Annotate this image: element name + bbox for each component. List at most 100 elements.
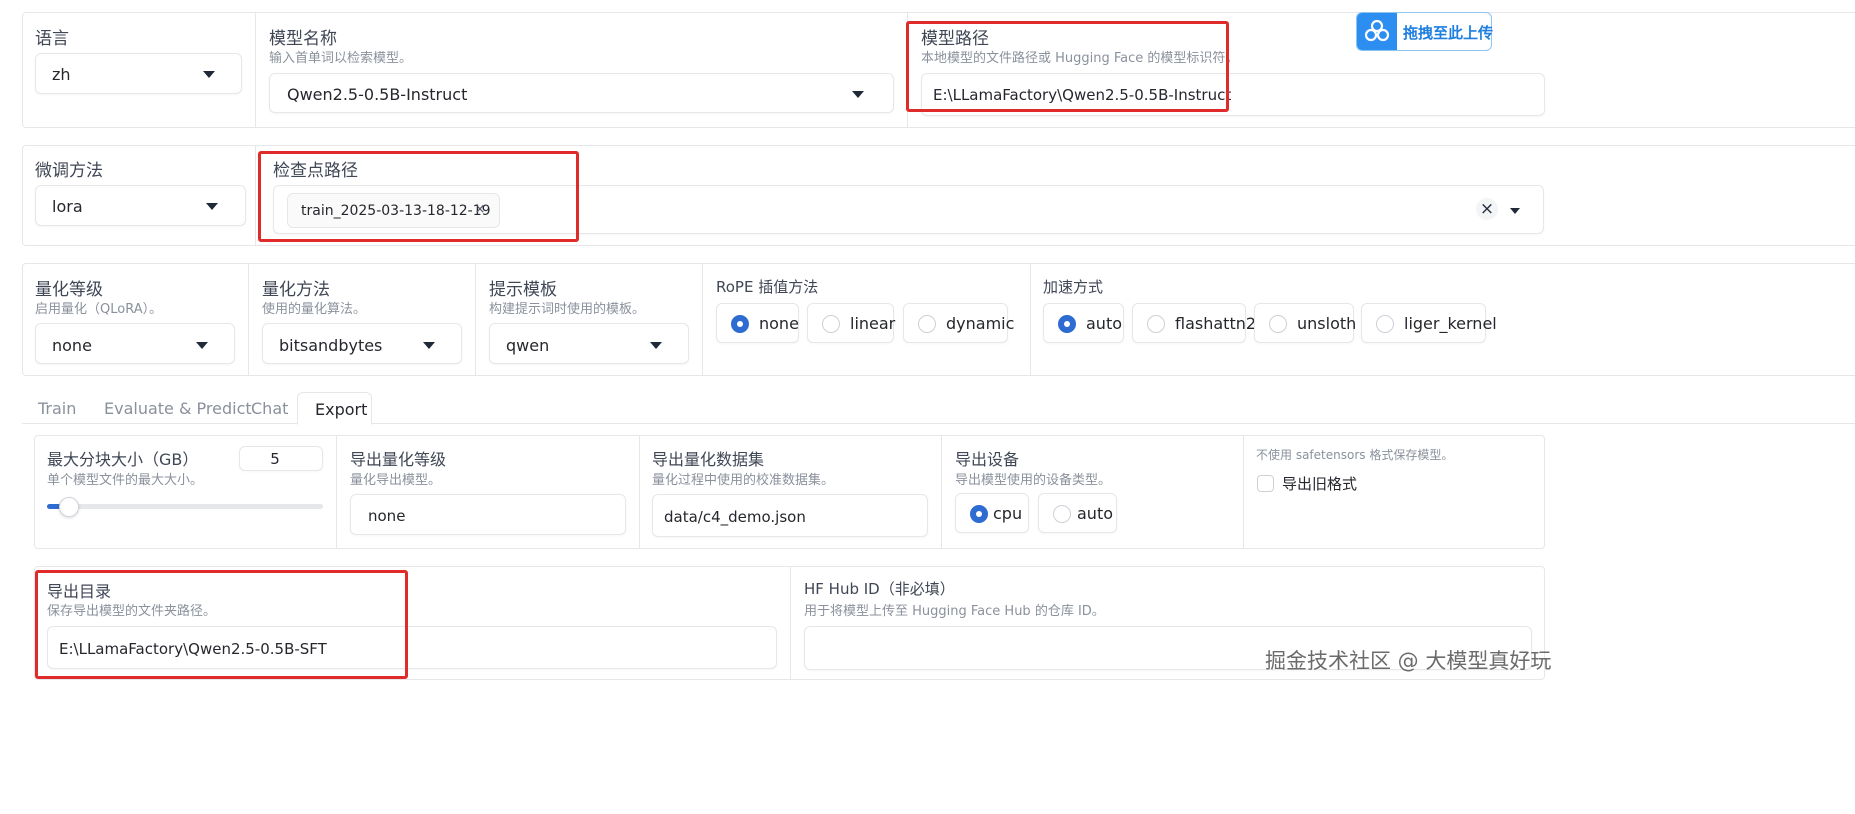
clear-icon[interactable]: × bbox=[1476, 198, 1498, 220]
hub-id-label: HF Hub ID（非必填） bbox=[804, 580, 955, 598]
template-label: 提示模板 bbox=[489, 280, 557, 300]
booster-label: 加速方式 bbox=[1043, 278, 1104, 296]
radio-selected-icon bbox=[970, 505, 988, 523]
finetune-method-label: 微调方法 bbox=[35, 161, 103, 181]
shard-size-info: 单个模型文件的最大大小。 bbox=[47, 473, 204, 488]
template-value: qwen bbox=[506, 336, 550, 355]
highlight-checkpoint bbox=[258, 151, 579, 242]
booster-option-label: auto bbox=[1086, 314, 1123, 333]
finetune-method-dropdown[interactable]: lora bbox=[35, 185, 246, 226]
radio-icon bbox=[1269, 315, 1287, 333]
divider bbox=[702, 264, 703, 375]
model-name-info: 输入首单词以检索模型。 bbox=[269, 51, 413, 66]
rope-option-label: linear bbox=[850, 314, 896, 333]
divider bbox=[336, 436, 337, 548]
upload-badge[interactable]: 拖拽至此上传 bbox=[1356, 12, 1494, 51]
divider bbox=[941, 436, 942, 548]
device-option-label: auto bbox=[1077, 504, 1114, 523]
export-quant-bit-dropdown[interactable]: none bbox=[350, 494, 626, 535]
rope-option-none[interactable]: none bbox=[716, 303, 799, 343]
quant-level-value: none bbox=[52, 336, 92, 355]
shard-size-value: 5 bbox=[270, 450, 280, 468]
export-quant-dataset-input[interactable]: data/c4_demo.json bbox=[652, 494, 928, 537]
rope-option-label: none bbox=[759, 314, 799, 333]
export-legacy-checkbox[interactable] bbox=[1257, 475, 1274, 492]
upload-logo-icon bbox=[1357, 13, 1397, 50]
device-option-auto[interactable]: auto bbox=[1038, 493, 1117, 533]
tab-export-label: Export bbox=[315, 400, 368, 419]
export-device-label: 导出设备 bbox=[955, 450, 1020, 469]
rope-option-label: dynamic bbox=[946, 314, 1015, 333]
booster-option-unsloth[interactable]: unsloth bbox=[1254, 303, 1357, 343]
quant-method-info: 使用的量化算法。 bbox=[262, 302, 367, 317]
export-quant-bit-info: 量化导出模型。 bbox=[350, 473, 442, 488]
export-quant-bit-label: 导出量化等级 bbox=[350, 450, 447, 469]
upload-badge-label: 拖拽至此上传 bbox=[1403, 24, 1494, 42]
chevron-down-icon bbox=[423, 342, 435, 349]
divider bbox=[1243, 436, 1244, 548]
export-quant-dataset-label: 导出量化数据集 bbox=[652, 450, 765, 469]
chevron-down-icon[interactable] bbox=[1510, 208, 1520, 214]
rope-label: RoPE 插值方法 bbox=[716, 278, 819, 296]
chevron-down-icon bbox=[650, 342, 662, 349]
hub-id-info: 用于将模型上传至 Hugging Face Hub 的仓库 ID。 bbox=[804, 604, 1105, 619]
radio-icon bbox=[918, 315, 936, 333]
divider bbox=[790, 567, 791, 679]
radio-selected-icon bbox=[1058, 315, 1076, 333]
tab-chat[interactable]: Chat bbox=[251, 399, 288, 418]
divider bbox=[1030, 264, 1031, 375]
shard-size-slider-track[interactable] bbox=[47, 504, 323, 509]
rope-option-dynamic[interactable]: dynamic bbox=[903, 303, 1014, 343]
quant-level-dropdown[interactable]: none bbox=[35, 323, 235, 364]
watermark: 掘金技术社区 @ 大模型真好玩 bbox=[1265, 649, 1552, 673]
quant-method-label: 量化方法 bbox=[262, 280, 330, 300]
tab-evaluate-predict[interactable]: Evaluate & Predict bbox=[104, 399, 252, 418]
divider bbox=[475, 264, 476, 375]
quant-level-info: 启用量化（QLoRA）。 bbox=[35, 302, 163, 317]
tab-export[interactable]: Export bbox=[297, 392, 372, 425]
radio-icon bbox=[822, 315, 840, 333]
template-info: 构建提示词时使用的模板。 bbox=[489, 302, 646, 317]
rope-option-linear[interactable]: linear bbox=[807, 303, 896, 343]
divider bbox=[255, 13, 256, 127]
language-label: 语言 bbox=[35, 29, 69, 49]
quant-method-dropdown[interactable]: bitsandbytes bbox=[262, 323, 462, 364]
chevron-down-icon bbox=[196, 342, 208, 349]
radio-icon bbox=[1147, 315, 1165, 333]
booster-option-label: liger_kernel bbox=[1404, 314, 1497, 333]
export-legacy-info: 不使用 safetensors 格式保存模型。 bbox=[1256, 448, 1454, 462]
divider bbox=[255, 146, 256, 245]
model-name-dropdown[interactable]: Qwen2.5-0.5B-Instruct bbox=[269, 73, 894, 113]
model-name-value: Qwen2.5-0.5B-Instruct bbox=[287, 85, 468, 104]
shard-size-number-input[interactable]: 5 bbox=[239, 446, 323, 471]
booster-option-label: flashattn2 bbox=[1175, 314, 1257, 333]
template-dropdown[interactable]: qwen bbox=[489, 323, 689, 364]
slider-thumb[interactable] bbox=[59, 497, 79, 517]
chevron-down-icon bbox=[206, 203, 218, 210]
quant-level-label: 量化等级 bbox=[35, 280, 103, 300]
booster-option-auto[interactable]: auto bbox=[1043, 303, 1124, 343]
shard-size-label: 最大分块大小（GB） bbox=[47, 450, 199, 469]
finetune-method-value: lora bbox=[52, 197, 83, 216]
tab-train[interactable]: Train bbox=[38, 399, 76, 418]
chevron-down-icon bbox=[203, 71, 215, 78]
booster-option-label: unsloth bbox=[1297, 314, 1357, 333]
export-legacy-label: 导出旧格式 bbox=[1282, 475, 1358, 493]
chevron-down-icon bbox=[852, 91, 864, 98]
device-option-label: cpu bbox=[993, 504, 1023, 523]
export-quant-dataset-value: data/c4_demo.json bbox=[664, 508, 806, 526]
export-quant-dataset-info: 量化过程中使用的校准数据集。 bbox=[652, 473, 835, 488]
booster-option-liger-kernel[interactable]: liger_kernel bbox=[1361, 303, 1497, 343]
export-quant-bit-value: none bbox=[368, 507, 406, 525]
divider bbox=[639, 436, 640, 548]
radio-icon bbox=[1053, 505, 1071, 523]
quant-method-value: bitsandbytes bbox=[279, 336, 383, 355]
highlight-model-path bbox=[906, 21, 1229, 112]
device-option-cpu[interactable]: cpu bbox=[955, 493, 1029, 533]
model-name-label: 模型名称 bbox=[269, 29, 337, 49]
divider bbox=[248, 264, 249, 375]
export-device-info: 导出模型使用的设备类型。 bbox=[955, 473, 1112, 488]
language-value: zh bbox=[52, 65, 71, 84]
language-dropdown[interactable]: zh bbox=[35, 53, 242, 94]
booster-option-flashattn2[interactable]: flashattn2 bbox=[1132, 303, 1256, 343]
